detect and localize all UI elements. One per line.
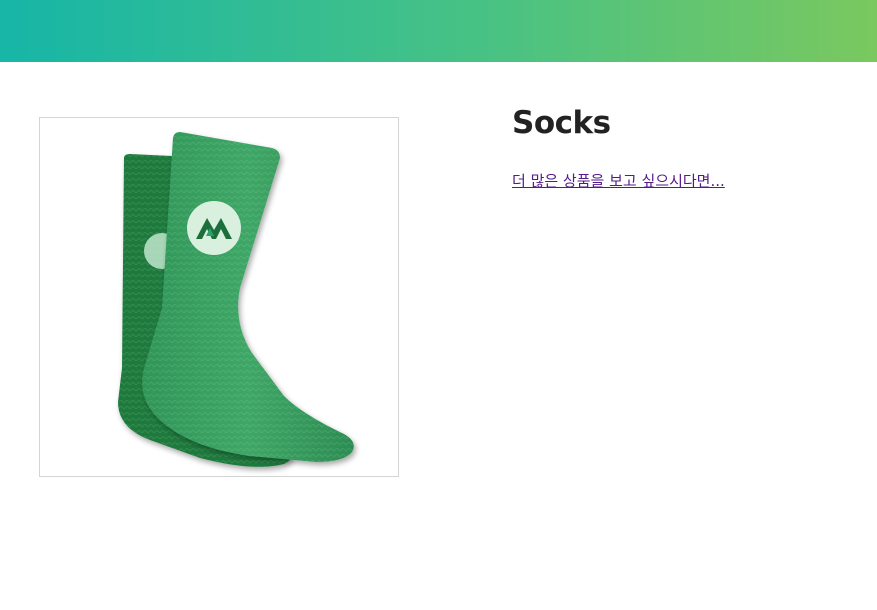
- front-sock: [142, 132, 354, 462]
- page: Socks 더 많은 상품을 보고 싶으시다면...: [0, 0, 877, 610]
- product-title: Socks: [512, 105, 611, 141]
- header-bar: [0, 0, 877, 62]
- mountain-logo-icon: [187, 201, 241, 255]
- socks-illustration: [118, 132, 354, 467]
- more-products-link[interactable]: 더 많은 상품을 보고 싶으시다면...: [512, 170, 725, 191]
- product-image: [39, 117, 399, 477]
